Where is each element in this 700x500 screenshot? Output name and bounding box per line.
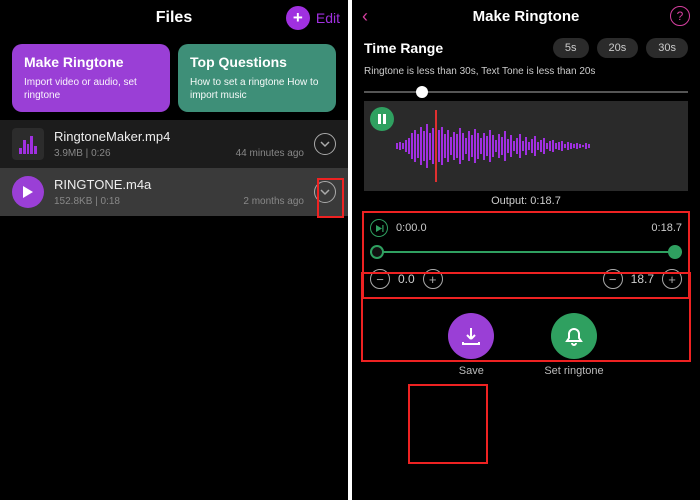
hint-text: Ringtone is less than 30s, Text Tone is … xyxy=(352,64,700,83)
card-title: Top Questions xyxy=(190,54,324,70)
output-label: Output: 0:18.7 xyxy=(352,191,700,209)
help-icon[interactable]: ? xyxy=(670,6,690,26)
preset-20s[interactable]: 20s xyxy=(597,38,639,58)
edit-button[interactable]: Edit xyxy=(316,10,340,26)
video-thumbnail-icon xyxy=(12,128,44,160)
file-meta: 3.9MB | 0:26 xyxy=(54,148,111,159)
card-top-questions[interactable]: Top Questions How to set a ringtone How … xyxy=(178,44,336,112)
file-meta: 152.8KB | 0:18 xyxy=(54,196,120,207)
preset-30s[interactable]: 30s xyxy=(646,38,688,58)
trim-start-time: 0:00.0 xyxy=(396,222,427,234)
range-slider[interactable] xyxy=(364,85,688,99)
card-make-ringtone[interactable]: Make Ringtone Import video or audio, set… xyxy=(12,44,170,112)
playhead[interactable] xyxy=(435,110,437,182)
seek-start-icon[interactable] xyxy=(370,219,388,237)
page-title: Make Ringtone xyxy=(473,8,580,25)
pause-button[interactable] xyxy=(370,107,394,131)
file-ago: 2 months ago xyxy=(243,196,304,207)
file-row[interactable]: RINGTONE.m4a 152.8KB | 0:18 2 months ago xyxy=(0,168,348,216)
trim-start-value: 0.0 xyxy=(398,272,415,286)
add-button[interactable]: + xyxy=(286,6,310,30)
chevron-down-icon[interactable] xyxy=(314,181,336,203)
minus-icon[interactable]: − xyxy=(370,269,390,289)
plus-icon[interactable]: + xyxy=(662,269,682,289)
preset-5s[interactable]: 5s xyxy=(553,38,589,58)
page-title: Files xyxy=(156,9,192,27)
waveform[interactable] xyxy=(364,101,688,191)
file-ago: 44 minutes ago xyxy=(236,148,304,159)
chevron-down-icon[interactable] xyxy=(314,133,336,155)
card-title: Make Ringtone xyxy=(24,54,158,70)
card-subtitle: How to set a ringtone How to import musi… xyxy=(190,76,324,102)
set-ringtone-label: Set ringtone xyxy=(544,365,603,377)
file-row[interactable]: RingtoneMaker.mp4 3.9MB | 0:26 44 minute… xyxy=(0,120,348,168)
time-range-label: Time Range xyxy=(364,40,545,56)
trim-slider[interactable] xyxy=(370,243,682,261)
card-subtitle: Import video or audio, set ringtone xyxy=(24,76,158,102)
play-icon[interactable] xyxy=(12,176,44,208)
save-label: Save xyxy=(459,365,484,377)
plus-icon[interactable]: + xyxy=(423,269,443,289)
file-name: RINGTONE.m4a xyxy=(54,177,304,192)
minus-icon[interactable]: − xyxy=(603,269,623,289)
back-icon[interactable]: ‹ xyxy=(362,6,368,27)
save-button[interactable] xyxy=(448,313,494,359)
trim-end-value: 18.7 xyxy=(631,272,654,286)
trim-end-time: 0:18.7 xyxy=(651,222,682,234)
file-name: RingtoneMaker.mp4 xyxy=(54,129,304,144)
set-ringtone-button[interactable] xyxy=(551,313,597,359)
